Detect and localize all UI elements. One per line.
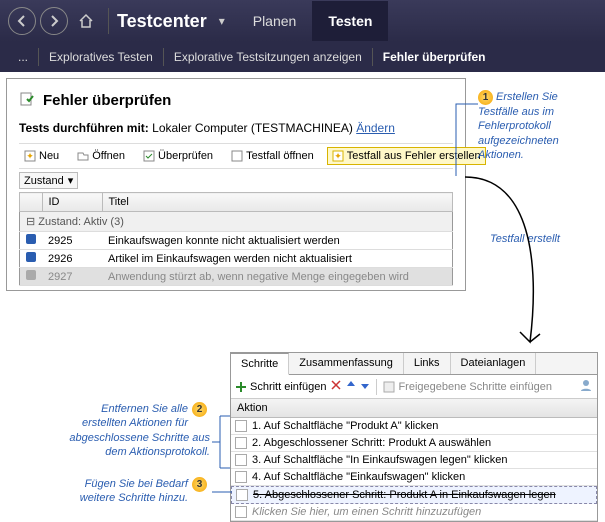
- step-icon: [235, 437, 247, 449]
- open-testcase-button[interactable]: Testfall öffnen: [226, 147, 319, 165]
- new-button[interactable]: ✦ Neu: [19, 147, 64, 165]
- subnav-sitzungen[interactable]: Explorative Testsitzungen anzeigen: [164, 50, 372, 64]
- subnav-more[interactable]: ...: [8, 50, 38, 64]
- connector-arrow: [460, 172, 560, 362]
- open-button[interactable]: Öffnen: [72, 147, 130, 165]
- app-dropdown-icon[interactable]: ▾: [219, 14, 225, 28]
- top-nav: Testcenter ▾ Planen Testen: [0, 0, 605, 42]
- home-button[interactable]: [74, 9, 98, 33]
- step-icon: [235, 454, 247, 466]
- callout-2: 2 Entfernen Sie alle erstellten Aktionen…: [60, 402, 210, 459]
- tab-testen[interactable]: Testen: [312, 1, 388, 41]
- table-row[interactable]: 2926Artikel im Einkaufswagen werden nich…: [20, 250, 453, 268]
- tab-links[interactable]: Links: [404, 353, 451, 374]
- steps-panel: Schritte Zusammenfassung Links Dateianla…: [230, 352, 598, 522]
- step-row[interactable]: 1. Auf Schaltfläche "Produkt A" klicken: [231, 418, 597, 435]
- col-expand[interactable]: [20, 193, 43, 212]
- step-row[interactable]: 2. Abgeschlossener Schritt: Produkt A au…: [231, 435, 597, 452]
- step-row-completed[interactable]: 5. Abgeschlossener Schritt: Produkt A in…: [231, 486, 597, 504]
- panel-title-text: Fehler überprüfen: [43, 92, 171, 109]
- table-row[interactable]: 2925Einkaufswagen konnte nicht aktualisi…: [20, 232, 453, 250]
- move-down-icon[interactable]: [360, 380, 370, 393]
- move-up-icon[interactable]: [346, 380, 356, 393]
- tab-schritte[interactable]: Schritte: [231, 353, 289, 375]
- back-button[interactable]: [8, 7, 36, 35]
- tab-zusammenfassung[interactable]: Zusammenfassung: [289, 353, 404, 374]
- sub-nav: ... Exploratives Testen Explorative Test…: [0, 42, 605, 72]
- change-link[interactable]: Ändern: [356, 121, 395, 135]
- run-value: Lokaler Computer (TESTMACHINEA): [152, 121, 353, 135]
- callout-1: 1Erstellen Sie Testfälle aus im Fehlerpr…: [478, 90, 600, 162]
- action-column-header: Aktion: [231, 399, 597, 418]
- bugs-grid: ID Titel ⊟ Zustand: Aktiv (3) 2925Einkau…: [19, 192, 453, 286]
- callout-mid: Testfall erstellt: [490, 232, 560, 246]
- svg-text:✦: ✦: [334, 151, 342, 161]
- user-icon[interactable]: [579, 378, 593, 395]
- col-id[interactable]: ID: [42, 193, 102, 212]
- bug-icon: [26, 252, 36, 262]
- zustand-filter[interactable]: Zustand▾: [19, 172, 78, 189]
- panel-toolbar: ✦ Neu Öffnen Überprüfen Testfall öffnen …: [19, 143, 453, 169]
- bug-check-icon: [19, 89, 37, 111]
- step-row[interactable]: 3. Auf Schaltfläche "In Einkaufswagen le…: [231, 452, 597, 469]
- badge-3: 3: [192, 477, 207, 492]
- step-row[interactable]: 4. Auf Schaltfläche "Einkaufswagen" klic…: [231, 469, 597, 486]
- delete-step-icon[interactable]: [330, 379, 342, 394]
- create-testcase-button[interactable]: ✦ Testfall aus Fehler erstellen: [327, 147, 486, 165]
- verify-bugs-panel: Fehler überprüfen Tests durchführen mit:…: [6, 78, 466, 291]
- tab-planen[interactable]: Planen: [237, 1, 313, 41]
- subnav-exploratives[interactable]: Exploratives Testen: [39, 50, 163, 64]
- nav-divider: [108, 8, 109, 34]
- badge-1: 1: [478, 90, 493, 105]
- table-row[interactable]: 2927Anwendung stürzt ab, wenn negative M…: [20, 268, 453, 286]
- forward-button[interactable]: [40, 7, 68, 35]
- badge-2: 2: [192, 402, 207, 417]
- insert-shared-button[interactable]: Freigegebene Schritte einfügen: [383, 381, 552, 393]
- run-label: Tests durchführen mit:: [19, 121, 149, 135]
- tab-dateianlagen[interactable]: Dateianlagen: [451, 353, 537, 374]
- step-icon: [235, 420, 247, 432]
- insert-step-button[interactable]: Schritt einfügen: [235, 381, 326, 393]
- chevron-down-icon: ▾: [68, 174, 74, 187]
- col-title[interactable]: Titel: [102, 193, 453, 212]
- step-icon: [235, 506, 247, 518]
- add-step-hint[interactable]: Klicken Sie hier, um einen Schritt hinzu…: [231, 504, 597, 521]
- callout-3: 3 Fügen Sie bei Bedarf weitere Schritte …: [75, 477, 210, 506]
- step-icon: [236, 489, 248, 501]
- svg-text:✦: ✦: [26, 151, 34, 161]
- subnav-fehler[interactable]: Fehler überprüfen: [373, 50, 496, 64]
- verify-button[interactable]: Überprüfen: [138, 147, 218, 165]
- step-icon: [235, 471, 247, 483]
- app-title: Testcenter: [117, 11, 207, 32]
- group-header[interactable]: ⊟ Zustand: Aktiv (3): [20, 212, 453, 232]
- bug-icon: [26, 270, 36, 280]
- bug-icon: [26, 234, 36, 244]
